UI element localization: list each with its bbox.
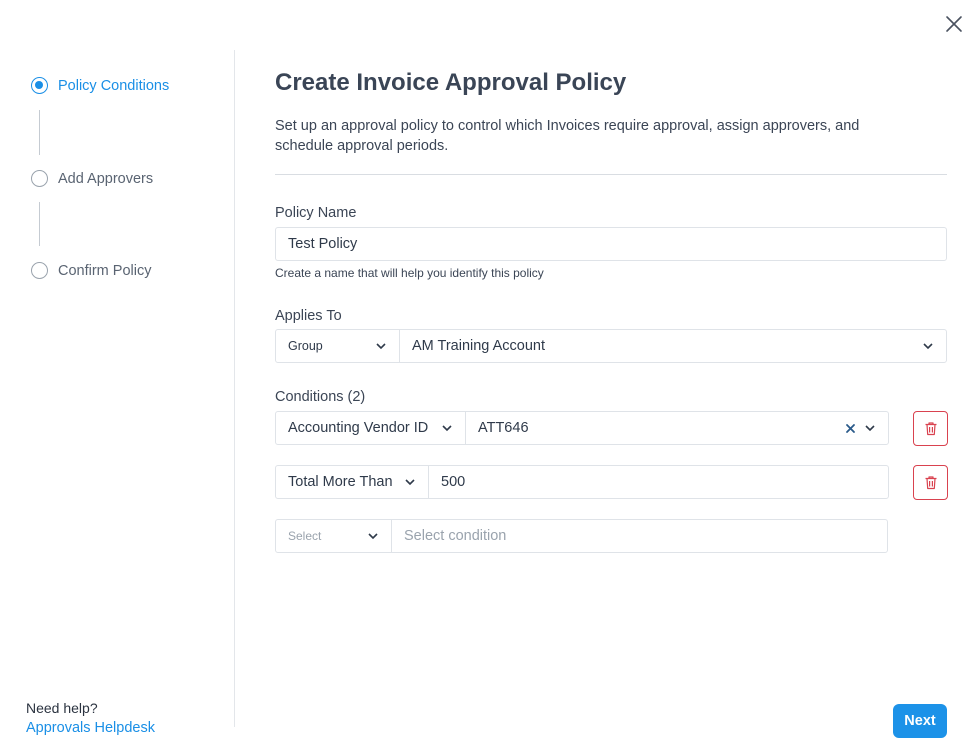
condition-field-value: Accounting Vendor ID: [288, 420, 429, 436]
new-condition-value-placeholder: Select condition: [404, 528, 507, 544]
step-connector: [39, 110, 40, 155]
condition-value-input[interactable]: 500: [428, 466, 888, 498]
policy-name-input[interactable]: Test Policy: [275, 227, 947, 261]
step-confirm-policy[interactable]: Confirm Policy: [31, 262, 151, 279]
chevron-down-icon: [405, 479, 415, 486]
delete-condition-button[interactable]: [913, 465, 948, 500]
clear-icon[interactable]: [845, 423, 856, 434]
new-condition-field-placeholder: Select: [288, 529, 322, 543]
applies-to-target-value: AM Training Account: [412, 338, 545, 354]
applies-to-selector: Group AM Training Account: [275, 329, 947, 363]
chevron-down-icon: [442, 425, 452, 432]
step-label: Add Approvers: [58, 170, 154, 187]
condition-value: 500: [441, 474, 466, 490]
chevron-down-icon: [368, 533, 378, 540]
close-button[interactable]: [943, 13, 965, 35]
step-connector: [39, 202, 40, 246]
new-condition-value-select[interactable]: Select condition: [391, 520, 887, 552]
close-icon: [946, 16, 962, 32]
chevron-down-icon: [865, 425, 875, 432]
condition-row: Total More Than 500: [275, 465, 889, 499]
step-radio-icon: [31, 170, 48, 187]
step-label: Policy Conditions: [58, 77, 170, 94]
new-condition-field-select[interactable]: Select: [276, 520, 391, 552]
condition-field-select[interactable]: Total More Than: [276, 466, 428, 498]
delete-condition-button[interactable]: [913, 411, 948, 446]
chevron-down-icon: [923, 343, 933, 350]
step-add-approvers[interactable]: Add Approvers: [31, 170, 153, 187]
condition-value-select[interactable]: ATT646: [465, 412, 888, 444]
new-condition-row: Select Select condition: [275, 519, 888, 553]
applies-to-type-select[interactable]: Group: [276, 330, 399, 362]
policy-name-value: Test Policy: [288, 236, 358, 252]
step-policy-conditions[interactable]: Policy Conditions: [31, 77, 169, 94]
sidebar-divider: [234, 50, 235, 727]
chevron-down-icon: [376, 343, 386, 350]
section-divider: [275, 174, 947, 175]
next-button[interactable]: Next: [893, 704, 947, 738]
helpdesk-link[interactable]: Approvals Helpdesk: [26, 720, 155, 736]
step-radio-icon: [31, 262, 48, 279]
conditions-label: Conditions (2): [275, 389, 366, 405]
applies-to-target-select[interactable]: AM Training Account: [399, 330, 946, 362]
applies-to-label: Applies To: [275, 308, 342, 324]
page-description: Set up an approval policy to control whi…: [275, 118, 860, 154]
help-title: Need help?: [26, 700, 98, 716]
condition-field-value: Total More Than: [288, 474, 393, 490]
applies-to-type-value: Group: [288, 339, 323, 353]
trash-icon: [925, 476, 936, 490]
trash-icon: [925, 422, 936, 436]
condition-field-select[interactable]: Accounting Vendor ID: [276, 412, 465, 444]
step-radio-icon: [31, 77, 48, 94]
condition-row: Accounting Vendor ID ATT646: [275, 411, 889, 445]
policy-name-hint: Create a name that will help you identif…: [275, 266, 544, 280]
step-label: Confirm Policy: [58, 262, 152, 279]
policy-name-label: Policy Name: [275, 205, 357, 221]
condition-value: ATT646: [478, 420, 529, 436]
page-title: Create Invoice Approval Policy: [275, 69, 627, 96]
step-sidebar: Policy Conditions Add Approvers Confirm …: [0, 0, 235, 753]
